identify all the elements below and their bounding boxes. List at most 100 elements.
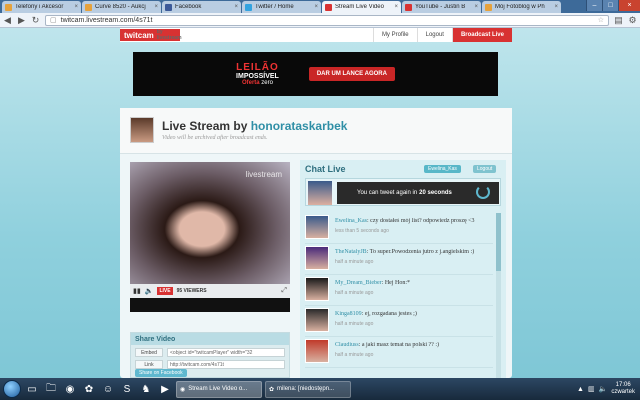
chat-username[interactable]: Kinga8109	[335, 311, 362, 317]
site-nav: My Profile Logout Broadcast Live	[372, 28, 512, 42]
taskbar-task[interactable]: ✿ milena: [niedostępn...	[265, 380, 351, 398]
chat-message-list: Ewelina_Kas: czy dostałeś mój list? odpo…	[305, 213, 493, 368]
browser-tab[interactable]: Stream Live Video ×	[322, 1, 401, 13]
chat-time: half a minute ago	[335, 321, 374, 327]
maximize-icon[interactable]: □	[602, 0, 618, 11]
site-logo[interactable]: twitcam by livestream	[120, 29, 182, 41]
play-pause-icon[interactable]: ▮▮	[133, 287, 141, 295]
forward-icon[interactable]: ▶	[17, 15, 26, 26]
broadcaster-name-link[interactable]: honorataskarbek	[251, 119, 348, 133]
clock[interactable]: 17:06 czwartek	[611, 382, 635, 396]
page-icon: ▢	[50, 17, 57, 24]
tab-favicon	[85, 3, 92, 11]
tab-favicon	[485, 3, 492, 11]
chrome-icon[interactable]: ◉	[62, 381, 78, 397]
tab-close-icon[interactable]: ×	[74, 4, 78, 10]
embed-code-field[interactable]: <object id="twitcamPlayer" width="32	[167, 348, 285, 357]
chat-username[interactable]: Claudiuss	[335, 342, 359, 348]
chat-logout-button[interactable]: Logout	[473, 165, 497, 173]
ad-brand: LEILÃO IMPOSSÍVEL Oferta zero	[236, 61, 279, 86]
chat-username[interactable]: TheNatalyJB	[335, 249, 367, 255]
browser-tab[interactable]: Twitter / Home ×	[242, 1, 321, 13]
tab-favicon	[325, 3, 332, 11]
chat-avatar[interactable]	[305, 246, 329, 270]
minimize-icon[interactable]: –	[586, 0, 602, 11]
ad-bid-button[interactable]: DAR UM LANCE AGORA	[308, 67, 395, 81]
tab-close-icon[interactable]: ×	[474, 4, 478, 10]
broadcaster-avatar[interactable]	[130, 117, 154, 143]
chat-scroll-thumb[interactable]	[496, 213, 501, 271]
browser-tab[interactable]: Curve 8520 - Aukcj ×	[82, 1, 161, 13]
browser-tab[interactable]: YouTube - Justin B ×	[402, 1, 481, 13]
ad-banner[interactable]: LEILÃO IMPOSSÍVEL Oferta zero DAR UM LAN…	[133, 52, 498, 96]
link-field[interactable]: http://twitcam.com/4s71t	[167, 360, 285, 369]
nav-my-profile[interactable]: My Profile	[372, 28, 417, 42]
tab-close-icon[interactable]: ×	[554, 4, 558, 10]
start-button[interactable]	[3, 380, 21, 398]
chat-username[interactable]: My_Dream_Bieber	[335, 280, 382, 286]
window-controls: – □ ×	[586, 0, 640, 12]
video-frame	[130, 162, 290, 284]
chat-heading: Chat Live	[305, 164, 346, 174]
chat-panel: Chat Live Ewelina_Kas Logout You can twe…	[300, 160, 506, 378]
bookmark-star-icon[interactable]: ☆	[598, 16, 604, 24]
share-panel: Share Video Embed <object id="twitcamPla…	[130, 332, 290, 378]
chat-time: half a minute ago	[335, 352, 374, 358]
wrench-icon[interactable]: ⚙	[628, 15, 637, 26]
viewer-count: 95 VIEWERS	[176, 288, 207, 294]
volume-icon[interactable]: 🔈	[145, 287, 154, 295]
browser-tab[interactable]: Telefony i Akcesor ×	[2, 1, 81, 13]
tab-close-icon[interactable]: ×	[394, 4, 398, 10]
gadu-gadu-icon[interactable]: ✿	[81, 381, 97, 397]
skype-icon[interactable]: S	[119, 381, 135, 397]
chat-message: Claudiuss: a jaki masz temat na polski ?…	[305, 337, 493, 368]
nav-logout[interactable]: Logout	[416, 28, 452, 42]
chat-compose[interactable]: You can tweet again in 20 seconds	[305, 178, 501, 206]
tray-expand-icon[interactable]: ▲	[577, 386, 584, 393]
video-controls: ▮▮ 🔈 LIVE 95 VIEWERS ⤢	[130, 284, 290, 298]
back-icon[interactable]: ◀	[3, 15, 12, 26]
chat-avatar[interactable]	[305, 308, 329, 332]
stream-card: Live Stream by honorataskarbek Video wil…	[120, 108, 512, 378]
tab-close-icon[interactable]: ×	[154, 4, 158, 10]
browser-tab[interactable]: Facebook ×	[162, 1, 241, 13]
tab-favicon	[165, 3, 172, 11]
browser-tab[interactable]: Mój Fotoblog w Ph ×	[482, 1, 561, 13]
embed-label: Embed	[135, 348, 163, 357]
chat-avatar[interactable]	[305, 277, 329, 301]
explorer-icon[interactable]: 🗀	[43, 381, 59, 397]
close-window-icon[interactable]: ×	[618, 0, 640, 11]
fullscreen-icon[interactable]: ⤢	[281, 287, 287, 295]
tab-favicon	[405, 3, 412, 11]
share-facebook-button[interactable]: Share on Facebook	[135, 369, 187, 377]
archive-note: Video will be archived after broadcast e…	[162, 135, 268, 141]
media-player-icon[interactable]: ▶	[157, 381, 173, 397]
share-heading: Share Video	[131, 333, 289, 345]
tab-close-icon[interactable]: ×	[234, 4, 238, 10]
messenger-icon: ✿	[269, 386, 275, 393]
stream-title: Live Stream by honorataskarbek	[162, 119, 348, 133]
tab-close-icon[interactable]: ×	[314, 4, 318, 10]
reload-icon[interactable]: ↻	[31, 15, 40, 26]
volume-tray-icon[interactable]: 🔈	[599, 385, 608, 393]
page-viewport: twitcam by livestream My Profile Logout B…	[0, 28, 640, 378]
chat-message: TheNatalyJB: To super.Powodzenia jutro z…	[305, 244, 493, 275]
video-player[interactable]: livestream ▮▮ 🔈 LIVE 95 VIEWERS ⤢	[130, 162, 290, 312]
system-tray: ▲ ▥ 🔈 17:06 czwartek	[577, 382, 640, 396]
chat-avatar[interactable]	[305, 215, 329, 239]
chat-current-user[interactable]: Ewelina_Kas	[424, 165, 461, 173]
page-menu-icon[interactable]: ▤	[614, 15, 623, 26]
chat-username[interactable]: Ewelina_Kas	[335, 218, 367, 224]
nav-broadcast-live[interactable]: Broadcast Live	[451, 28, 512, 42]
network-icon[interactable]: ▥	[588, 385, 595, 393]
taskbar-task[interactable]: ◉ Stream Live Video o...	[176, 380, 262, 398]
video-watermark: livestream	[245, 170, 282, 179]
chat-time: half a minute ago	[335, 259, 374, 265]
address-bar[interactable]: ▢ twitcam.livestream.com/4s71t ☆	[45, 14, 609, 26]
tab-favicon	[245, 3, 252, 11]
game-icon[interactable]: ♞	[138, 381, 154, 397]
emoticon-icon[interactable]: ☺	[100, 381, 116, 397]
show-desktop-icon[interactable]: ▭	[24, 381, 40, 397]
chat-message: My_Dream_Bieber: Hej Hon:* half a minute…	[305, 275, 493, 306]
chat-avatar[interactable]	[305, 339, 329, 363]
